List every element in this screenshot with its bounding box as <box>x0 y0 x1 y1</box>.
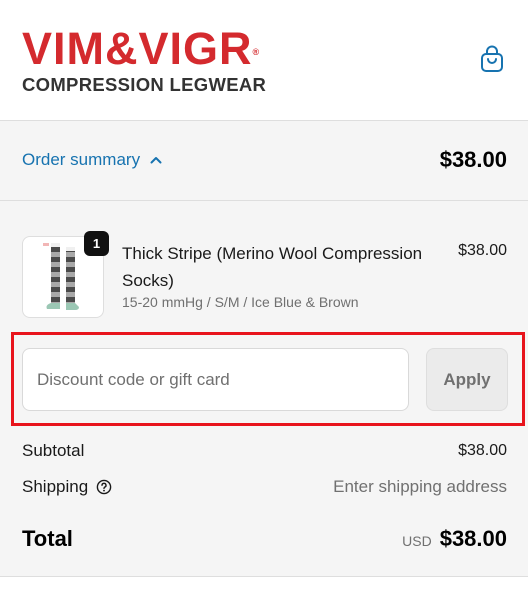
order-summary-label: Order summary <box>22 150 141 169</box>
subtotal-label: Subtotal <box>22 441 85 460</box>
question-circle-icon[interactable] <box>96 479 112 495</box>
cart-button[interactable] <box>477 43 507 75</box>
chevron-up-icon <box>150 157 162 164</box>
product-variant: 15-20 mmHg / S/M / Ice Blue & Brown <box>122 294 359 310</box>
product-name: Thick Stripe (Merino Wool Compression So… <box>122 244 423 290</box>
total-value: $38.00 <box>439 526 507 551</box>
order-summary-toggle[interactable]: Order summary <box>22 150 162 170</box>
summary-total: $38.00 <box>439 147 507 172</box>
total-amount: USD $38.00 <box>402 526 507 552</box>
checkout-header: VIM&VIGR® COMPRESSION LEGWEAR <box>0 0 528 121</box>
subtotal-value: $38.00 <box>458 442 507 459</box>
apply-discount-button[interactable]: Apply <box>426 348 508 411</box>
currency-code: USD <box>402 533 432 549</box>
shopping-bag-icon <box>481 45 503 72</box>
quantity-badge: 1 <box>84 231 109 256</box>
shipping-value: Enter shipping address <box>333 477 507 496</box>
logo-wordmark: VIM&VIGR® <box>22 23 261 74</box>
product-price: $38.00 <box>458 242 507 259</box>
discount-code-input[interactable] <box>22 348 409 411</box>
brand-logo[interactable]: VIM&VIGR® COMPRESSION LEGWEAR <box>22 26 272 98</box>
logo-tagline: COMPRESSION LEGWEAR <box>22 74 267 95</box>
total-label: Total <box>22 526 73 551</box>
shipping-label: Shipping <box>22 477 89 496</box>
shipping-row-label: Shipping <box>22 477 112 497</box>
